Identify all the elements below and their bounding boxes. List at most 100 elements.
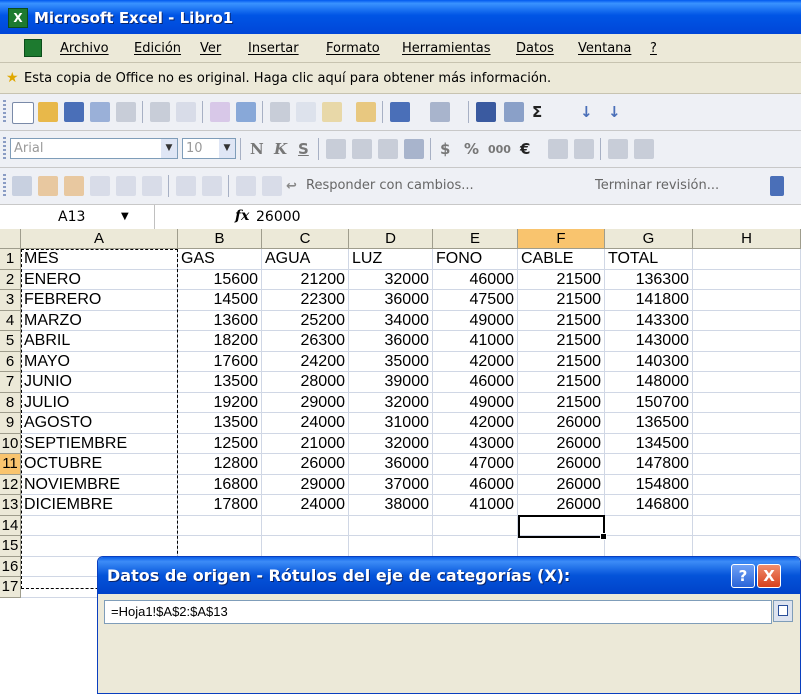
euro-button[interactable]: € bbox=[520, 140, 530, 158]
cell[interactable]: 32000 bbox=[349, 433, 433, 454]
chevron-down-icon[interactable]: ▼ bbox=[219, 139, 235, 158]
bold-button[interactable]: N bbox=[250, 140, 264, 158]
cell[interactable] bbox=[605, 515, 693, 536]
cell[interactable] bbox=[693, 413, 801, 434]
cell[interactable]: FEBRERO bbox=[21, 290, 178, 311]
underline-button[interactable]: S bbox=[298, 140, 309, 158]
cell[interactable]: AGOSTO bbox=[21, 413, 178, 434]
row-header[interactable]: 3 bbox=[0, 290, 21, 311]
cell[interactable] bbox=[693, 454, 801, 475]
toolbar-grip[interactable] bbox=[3, 137, 6, 161]
cell[interactable] bbox=[349, 515, 433, 536]
cell[interactable]: 26000 bbox=[518, 474, 605, 495]
cell[interactable]: 41000 bbox=[433, 495, 518, 516]
sum-icon[interactable] bbox=[504, 102, 524, 122]
cell[interactable]: ABRIL bbox=[21, 331, 178, 352]
cell[interactable]: GAS bbox=[178, 249, 262, 270]
track-changes-icon[interactable] bbox=[236, 176, 256, 196]
italic-button[interactable]: K bbox=[274, 140, 287, 158]
cell[interactable]: 150700 bbox=[605, 392, 693, 413]
previous-comment-icon[interactable] bbox=[64, 176, 84, 196]
cell[interactable]: MARZO bbox=[21, 310, 178, 331]
cell[interactable]: 21200 bbox=[262, 269, 349, 290]
menu-archivo[interactable]: Archivo bbox=[60, 41, 109, 56]
row-header[interactable]: 13 bbox=[0, 495, 21, 516]
menu-formato[interactable]: Formato bbox=[326, 41, 380, 56]
cell[interactable]: JUNIO bbox=[21, 372, 178, 393]
cell[interactable] bbox=[21, 515, 178, 536]
column-header[interactable]: D bbox=[349, 229, 433, 249]
cell[interactable]: 148000 bbox=[605, 372, 693, 393]
column-header[interactable]: C bbox=[262, 229, 349, 249]
increase-indent-icon[interactable] bbox=[634, 139, 654, 159]
cell[interactable]: 26000 bbox=[518, 495, 605, 516]
cell[interactable]: 18200 bbox=[178, 331, 262, 352]
workbook-icon[interactable] bbox=[24, 39, 42, 57]
cell[interactable]: 39000 bbox=[349, 372, 433, 393]
paste-icon[interactable] bbox=[322, 102, 342, 122]
cell[interactable]: 12800 bbox=[178, 454, 262, 475]
cell[interactable]: 146800 bbox=[605, 495, 693, 516]
chevron-down-icon[interactable]: ▼ bbox=[161, 139, 177, 158]
cell[interactable]: 26300 bbox=[262, 331, 349, 352]
cell[interactable] bbox=[518, 536, 605, 557]
office-banner[interactable]: ★ Esta copia de Office no es original. H… bbox=[0, 63, 801, 94]
sort-ascending-icon[interactable]: ↓ bbox=[580, 103, 593, 121]
menu-datos[interactable]: Datos bbox=[516, 41, 554, 56]
cell[interactable]: 21500 bbox=[518, 269, 605, 290]
cell[interactable] bbox=[518, 515, 605, 536]
row-header[interactable]: 6 bbox=[0, 351, 21, 372]
merge-center-icon[interactable] bbox=[404, 139, 424, 159]
close-button[interactable]: X bbox=[757, 564, 781, 588]
hyperlink-icon[interactable] bbox=[476, 102, 496, 122]
dialog-titlebar[interactable]: Datos de origen - Rótulos del eje de cat… bbox=[98, 557, 800, 594]
cell[interactable] bbox=[693, 515, 801, 536]
cell[interactable]: DICIEMBRE bbox=[21, 495, 178, 516]
menu-ver[interactable]: Ver bbox=[200, 41, 221, 56]
cell[interactable]: 143000 bbox=[605, 331, 693, 352]
menu-herramientas[interactable]: Herramientas bbox=[402, 41, 491, 56]
cell[interactable]: 43000 bbox=[433, 433, 518, 454]
cell[interactable]: MAYO bbox=[21, 351, 178, 372]
name-box[interactable]: A13 ▼ bbox=[0, 205, 155, 229]
cell[interactable]: OCTUBRE bbox=[21, 454, 178, 475]
cell[interactable] bbox=[693, 351, 801, 372]
toolbar-grip[interactable] bbox=[3, 100, 6, 124]
cell[interactable] bbox=[693, 310, 801, 331]
cell[interactable] bbox=[433, 515, 518, 536]
format-painter-icon[interactable] bbox=[356, 102, 376, 122]
cell[interactable]: 13500 bbox=[178, 413, 262, 434]
cut-icon[interactable] bbox=[270, 102, 290, 122]
cell[interactable]: 21000 bbox=[262, 433, 349, 454]
row-header[interactable]: 8 bbox=[0, 392, 21, 413]
toolbar-grip[interactable] bbox=[3, 174, 6, 198]
cell[interactable]: 17800 bbox=[178, 495, 262, 516]
show-all-comments-icon[interactable] bbox=[142, 176, 162, 196]
menu-insertar[interactable]: Insertar bbox=[248, 41, 299, 56]
select-all-corner[interactable] bbox=[0, 229, 21, 249]
cell[interactable]: 136500 bbox=[605, 413, 693, 434]
next-comment-icon[interactable] bbox=[90, 176, 110, 196]
cell[interactable]: CABLE bbox=[518, 249, 605, 270]
cell[interactable]: 36000 bbox=[349, 290, 433, 311]
cell[interactable]: 47500 bbox=[433, 290, 518, 311]
cell[interactable]: 46000 bbox=[433, 474, 518, 495]
quick-print-icon[interactable] bbox=[150, 102, 170, 122]
cell[interactable]: 21500 bbox=[518, 310, 605, 331]
percent-button[interactable]: % bbox=[464, 140, 479, 158]
cell[interactable] bbox=[262, 536, 349, 557]
cell[interactable]: TOTAL bbox=[605, 249, 693, 270]
cell[interactable]: 41000 bbox=[433, 331, 518, 352]
cell[interactable]: 32000 bbox=[349, 392, 433, 413]
cell[interactable]: 24200 bbox=[262, 351, 349, 372]
reply-with-changes-button[interactable]: Responder con cambios... bbox=[306, 178, 474, 193]
cell[interactable]: 147800 bbox=[605, 454, 693, 475]
chevron-down-icon[interactable]: ▼ bbox=[121, 205, 129, 229]
align-right-icon[interactable] bbox=[378, 139, 398, 159]
help-button[interactable]: ? bbox=[731, 564, 755, 588]
cell[interactable]: 24000 bbox=[262, 495, 349, 516]
cell[interactable]: 134500 bbox=[605, 433, 693, 454]
menu-edicion[interactable]: Edición bbox=[134, 41, 181, 56]
cell[interactable] bbox=[178, 536, 262, 557]
align-center-icon[interactable] bbox=[352, 139, 372, 159]
